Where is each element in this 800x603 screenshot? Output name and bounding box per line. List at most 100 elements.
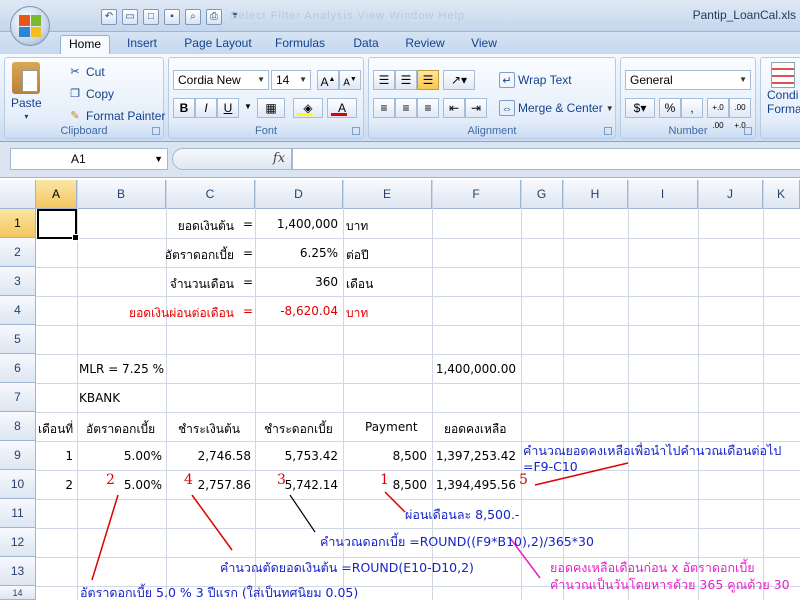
row-header[interactable]: 4: [0, 296, 36, 325]
cell-b9[interactable]: 5.00%: [124, 449, 162, 463]
cell-f10[interactable]: 1,394,495.56: [436, 478, 516, 492]
cell-d4[interactable]: -8,620.04: [280, 304, 338, 318]
align-top-icon[interactable]: ☰: [373, 70, 395, 90]
cell-b10[interactable]: 5.00%: [124, 478, 162, 492]
clipboard-launcher-icon[interactable]: [152, 127, 160, 135]
percent-button[interactable]: %: [659, 98, 681, 118]
row-header[interactable]: 12: [0, 528, 36, 557]
wrap-text-button[interactable]: ↵ Wrap Text: [499, 72, 572, 88]
number-format-combo[interactable]: General ▼: [625, 70, 751, 90]
cell-f9[interactable]: 1,397,253.42: [436, 449, 516, 463]
cell-d3[interactable]: 360: [315, 275, 338, 289]
column-header[interactable]: C: [166, 180, 255, 209]
fill-color-icon[interactable]: ◈: [293, 98, 323, 118]
currency-icon[interactable]: $▾: [625, 98, 655, 118]
align-middle-icon[interactable]: ☰: [395, 70, 417, 90]
cell-d9[interactable]: 5,753.42: [285, 449, 338, 463]
cell-e9[interactable]: 8,500: [393, 449, 427, 463]
tab-home[interactable]: Home: [60, 35, 110, 54]
cell-e8[interactable]: Payment: [365, 420, 418, 434]
column-header[interactable]: B: [77, 180, 166, 209]
column-header[interactable]: E: [343, 180, 432, 209]
font-size-dropdown-icon[interactable]: ▼: [299, 71, 307, 89]
cell-c2[interactable]: อัตราดอกเบี้ย: [165, 246, 234, 265]
tab-insert[interactable]: Insert: [116, 35, 168, 54]
cell-b8[interactable]: อัตราดอกเบี้ย: [86, 420, 155, 439]
column-header[interactable]: F: [432, 180, 521, 209]
cell-e10[interactable]: 8,500: [393, 478, 427, 492]
active-cell-cursor[interactable]: [37, 209, 79, 241]
cell-b7[interactable]: KBANK: [79, 391, 120, 405]
increase-indent-icon[interactable]: ⇥: [465, 98, 487, 118]
tab-review[interactable]: Review: [398, 35, 452, 54]
cell-c8[interactable]: ชำระเงินต้น: [178, 420, 240, 439]
new-document-icon[interactable]: □: [143, 9, 159, 25]
row-header[interactable]: 5: [0, 325, 36, 354]
cell-f6[interactable]: 1,400,000.00: [436, 362, 516, 376]
cell-d8[interactable]: ชำระดอกเบี้ย: [264, 420, 333, 439]
cell-a10[interactable]: 2: [65, 478, 73, 492]
merge-dropdown-icon[interactable]: ▼: [606, 104, 614, 113]
row-header[interactable]: 8: [0, 412, 36, 441]
paste-dropdown-icon[interactable]: ▾: [24, 112, 28, 121]
number-launcher-icon[interactable]: [744, 127, 752, 135]
name-box-dropdown-icon[interactable]: ▼: [154, 149, 163, 169]
row-header[interactable]: 3: [0, 267, 36, 296]
column-header[interactable]: K: [763, 180, 800, 209]
column-header[interactable]: A: [36, 180, 77, 209]
cell-c3[interactable]: จำนวนเดือน: [170, 275, 234, 294]
tab-formulas[interactable]: Formulas: [268, 35, 332, 54]
copy-button[interactable]: ❐ Copy: [67, 86, 114, 102]
column-header[interactable]: H: [563, 180, 628, 209]
column-header[interactable]: D: [255, 180, 343, 209]
row-header[interactable]: 9: [0, 441, 36, 470]
row-header[interactable]: 13: [0, 557, 36, 586]
insert-function-button[interactable]: fx: [268, 148, 290, 170]
row-header[interactable]: 10: [0, 470, 36, 499]
save-icon[interactable]: ▪: [164, 9, 180, 25]
cell-c1[interactable]: ยอดเงินต้น: [178, 217, 234, 236]
comma-button[interactable]: ,: [681, 98, 703, 118]
cell-a9[interactable]: 1: [65, 449, 73, 463]
shrink-font-icon[interactable]: A▼: [339, 70, 361, 90]
conditional-formatting-button[interactable]: Condi Forma: [767, 62, 800, 116]
column-header[interactable]: J: [698, 180, 763, 209]
grow-font-icon[interactable]: A▲: [317, 70, 339, 90]
bold-button[interactable]: B: [173, 98, 195, 118]
italic-button[interactable]: I: [195, 98, 217, 118]
decrease-decimal-button[interactable]: .00 +.0: [729, 98, 751, 130]
worksheet-grid[interactable]: A B C D E F G H I J K 1 2 3 4 5 6 7 8 9 …: [0, 180, 800, 600]
font-name-dropdown-icon[interactable]: ▼: [257, 71, 265, 89]
underline-button[interactable]: U: [217, 98, 239, 118]
column-header[interactable]: I: [628, 180, 698, 209]
increase-decimal-button[interactable]: +.0 .00: [707, 98, 729, 130]
cell-b6[interactable]: MLR = 7.25 %: [79, 362, 164, 376]
print-preview-icon[interactable]: ⌕: [185, 9, 201, 25]
format-painter-button[interactable]: ✎ Format Painter: [67, 108, 165, 124]
row-header[interactable]: 7: [0, 383, 36, 412]
cell-e1[interactable]: บาท: [346, 217, 368, 236]
row-header[interactable]: 11: [0, 499, 36, 528]
cell-c10[interactable]: 2,757.86: [198, 478, 251, 492]
cell-e4[interactable]: บาท: [346, 304, 368, 323]
align-bottom-icon[interactable]: ☰: [417, 70, 439, 90]
font-color-icon[interactable]: A: [327, 98, 357, 118]
orientation-icon[interactable]: ↗▾: [443, 70, 475, 90]
cell-c9[interactable]: 2,746.58: [198, 449, 251, 463]
open-folder-icon[interactable]: ▭: [122, 9, 138, 25]
align-left-icon[interactable]: ≡: [373, 98, 395, 118]
cell-d10[interactable]: 5,742.14: [285, 478, 338, 492]
tab-view[interactable]: View: [462, 35, 506, 54]
tab-data[interactable]: Data: [344, 35, 388, 54]
undo-icon[interactable]: ↶: [101, 9, 117, 25]
underline-dropdown-icon[interactable]: ▼: [241, 98, 255, 118]
decrease-indent-icon[interactable]: ⇤: [443, 98, 465, 118]
cell-f8[interactable]: ยอดคงเหลือ: [444, 420, 507, 439]
font-launcher-icon[interactable]: [352, 127, 360, 135]
borders-icon[interactable]: ▦: [257, 98, 285, 118]
merge-center-button[interactable]: ⇔ Merge & Center ▼: [499, 100, 614, 116]
cut-button[interactable]: ✂ Cut: [67, 64, 104, 80]
row-header[interactable]: 6: [0, 354, 36, 383]
column-header[interactable]: G: [521, 180, 563, 209]
cell-e2[interactable]: ต่อปี: [346, 246, 369, 265]
